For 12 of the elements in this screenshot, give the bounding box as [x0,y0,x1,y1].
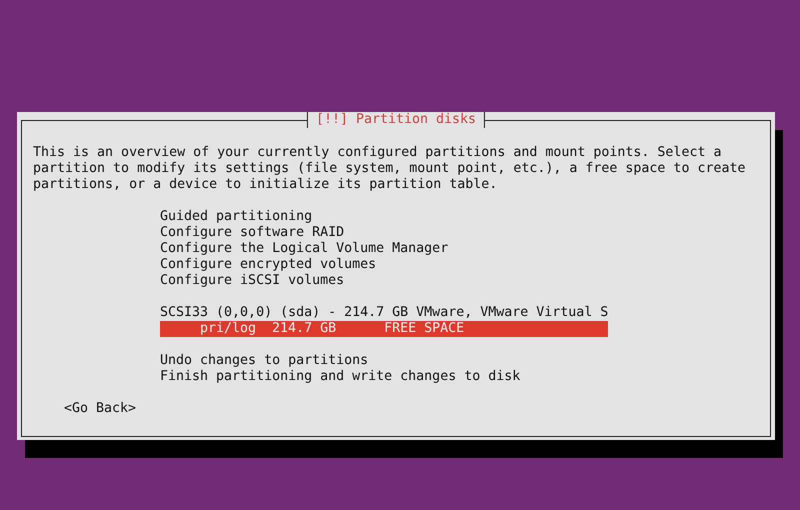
disk-item[interactable]: SCSI33 (0,0,0) (sda) - 214.7 GB VMware, VMware Virtual S [160,305,608,321]
menu-item[interactable]: Configure iSCSI volumes [160,273,448,289]
menu-item[interactable]: Undo changes to partitions [160,353,520,369]
menu-item[interactable]: Finish partitioning and write changes to disk [160,369,520,385]
go-back-button[interactable]: <Go Back> [64,401,136,417]
description-text: This is an overview of your currently configured partitions and mount points. Select a partition to modify its settings (file system, mount point, etc.), a free space to create partitions, or a device to initialize its partition table. [33,145,746,193]
menu-item[interactable]: Configure software RAID [160,225,448,241]
menu-item[interactable]: Configure the Logical Volume Manager [160,241,448,257]
menu-item[interactable]: Guided partitioning [160,209,448,225]
dialog-title: [!!] Partition disks [306,112,486,128]
menu-item[interactable]: Configure encrypted volumes [160,257,448,273]
partition-item[interactable]: pri/log 214.7 GB FREE SPACE [160,321,608,337]
